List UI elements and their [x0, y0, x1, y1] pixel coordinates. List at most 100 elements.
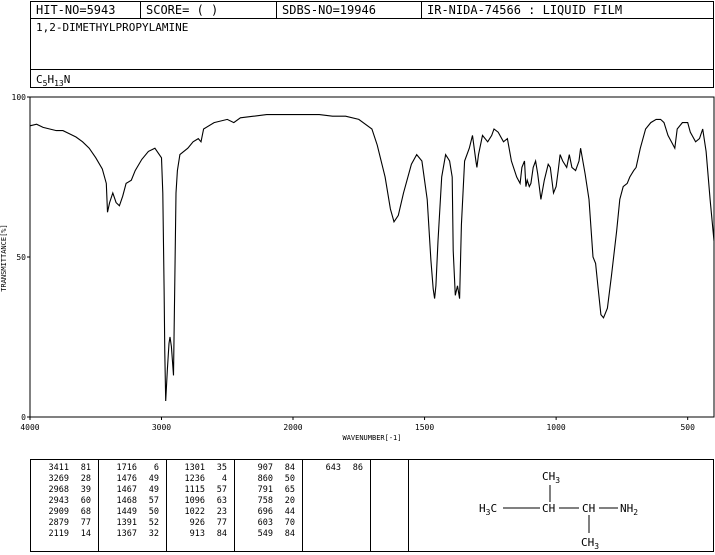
- peak-wavenumber: 907: [257, 463, 273, 473]
- peak-wavenumber: 3269: [48, 474, 69, 484]
- ir-spectrum-chart: 0 50 100 4000 3000 2000 1500 1000 500 TRANSMITT…: [0, 93, 715, 442]
- struct-bottom-methyl: CH3: [581, 536, 599, 551]
- x-tick-label: 1000: [546, 423, 565, 432]
- peak-wavenumber: 1391: [116, 518, 137, 528]
- peak-row: 1301 35: [171, 463, 234, 474]
- peak-row: 1468 57: [103, 496, 166, 507]
- peak-transmittance: 84: [216, 529, 227, 539]
- peak-wavenumber: 2943: [48, 496, 69, 506]
- peak-row: 603 70: [239, 518, 302, 529]
- peak-row: 2119 14: [35, 529, 98, 540]
- peak-wavenumber: 758: [257, 496, 273, 506]
- x-axis-label: WAVENUMBER[-1]: [342, 434, 401, 442]
- structure-drawing: CH3 H3C CH CH NH2 CH3: [479, 470, 638, 551]
- peak-wavenumber: 1468: [116, 496, 137, 506]
- struct-top-methyl: CH3: [542, 470, 560, 485]
- peak-transmittance: 65: [284, 485, 295, 495]
- y-tick-label: 0: [21, 413, 26, 422]
- peak-wavenumber: 2879: [48, 518, 69, 528]
- peak-wavenumber: 1301: [184, 463, 205, 473]
- peak-wavenumber: 2909: [48, 507, 69, 517]
- peak-transmittance: 50: [284, 474, 295, 484]
- peak-row: 1115 57: [171, 485, 234, 496]
- peak-table: 3411 81 3269 28 2968 39 2943 60 2909 68 2879 77 2119…: [31, 460, 409, 551]
- peak-transmittance: 50: [148, 507, 159, 517]
- peak-row: 1391 52: [103, 518, 166, 529]
- peak-wavenumber: 1449: [116, 507, 137, 517]
- peak-column: 3411 81 3269 28 2968 39 2943 60 2909 68 2879 77 2119…: [31, 460, 99, 551]
- peak-transmittance: 14: [80, 529, 91, 539]
- peak-row: 2943 60: [35, 496, 98, 507]
- peak-row: 758 20: [239, 496, 302, 507]
- peak-wavenumber: 1236: [184, 474, 205, 484]
- peak-transmittance: 23: [216, 507, 227, 517]
- y-tick-label: 50: [16, 253, 26, 262]
- peak-row: 1476 49: [103, 474, 166, 485]
- peak-transmittance: 39: [80, 485, 91, 495]
- peak-transmittance: 68: [80, 507, 91, 517]
- peak-wavenumber: 1467: [116, 485, 137, 495]
- peak-transmittance: 70: [284, 518, 295, 528]
- peak-transmittance: 20: [284, 496, 295, 506]
- peak-transmittance: 44: [284, 507, 295, 517]
- x-tick-label: 1500: [415, 423, 434, 432]
- peak-row: 3411 81: [35, 463, 98, 474]
- x-tick-label: 4000: [20, 423, 39, 432]
- peak-transmittance: 86: [352, 463, 363, 473]
- struct-left-methyl: H3C: [479, 502, 497, 517]
- peak-column: 643 86: [303, 460, 371, 551]
- peak-transmittance: 77: [80, 518, 91, 528]
- peak-row: 1236 4: [171, 474, 234, 485]
- peak-transmittance: 84: [284, 463, 295, 473]
- peak-transmittance: 57: [216, 485, 227, 495]
- peak-transmittance: 6: [153, 463, 159, 473]
- spectrum-line: [29, 114, 715, 402]
- peak-row: 926 77: [171, 518, 234, 529]
- peak-row: 2879 77: [35, 518, 98, 529]
- peak-row: 860 50: [239, 474, 302, 485]
- x-tick-label: 3000: [152, 423, 171, 432]
- peak-wavenumber: 603: [257, 518, 273, 528]
- y-tick-label: 100: [12, 93, 27, 102]
- peak-transmittance: 77: [216, 518, 227, 528]
- struct-center-ch-2: CH: [582, 502, 595, 515]
- peak-transmittance: 35: [216, 463, 227, 473]
- peak-wavenumber: 1367: [116, 529, 137, 539]
- struct-amine: NH2: [620, 502, 638, 517]
- peak-row: 791 65: [239, 485, 302, 496]
- peak-wavenumber: 2119: [48, 529, 69, 539]
- peak-column: 1716 6 1476 49 1467 49 1468 57 1449 50 1391 52 1367 3…: [99, 460, 167, 551]
- peak-row: 1096 63: [171, 496, 234, 507]
- peak-transmittance: 49: [148, 474, 159, 484]
- peak-column: 1301 35 1236 4 1115 57 1096 63 1022 23 926 77 913 84: [167, 460, 235, 551]
- peak-row: 1716 6: [103, 463, 166, 474]
- peak-wavenumber: 926: [189, 518, 205, 528]
- y-axis-label: TRANSMITTANCE[%]: [0, 224, 8, 291]
- peak-wavenumber: 1476: [116, 474, 137, 484]
- peak-row: 1022 23: [171, 507, 234, 518]
- peak-row: 3269 28: [35, 474, 98, 485]
- x-tick-label: 500: [680, 423, 695, 432]
- peak-transmittance: 84: [284, 529, 295, 539]
- peak-row: 643 86: [307, 463, 370, 474]
- peak-transmittance: 32: [148, 529, 159, 539]
- peak-wavenumber: 791: [257, 485, 273, 495]
- struct-center-ch-1: CH: [542, 502, 555, 515]
- peak-wavenumber: 1022: [184, 507, 205, 517]
- peak-wavenumber: 1115: [184, 485, 205, 495]
- x-tick-label: 2000: [283, 423, 302, 432]
- peak-transmittance: 28: [80, 474, 91, 484]
- peak-row: 1467 49: [103, 485, 166, 496]
- plot-frame: [29, 96, 715, 418]
- peak-wavenumber: 696: [257, 507, 273, 517]
- peak-row: 2968 39: [35, 485, 98, 496]
- peak-wavenumber: 643: [325, 463, 341, 473]
- peak-transmittance: 49: [148, 485, 159, 495]
- peak-transmittance: 81: [80, 463, 91, 473]
- peak-wavenumber: 1096: [184, 496, 205, 506]
- peak-wavenumber: 1716: [116, 463, 137, 473]
- peak-transmittance: 60: [80, 496, 91, 506]
- peak-row: 1449 50: [103, 507, 166, 518]
- peak-wavenumber: 549: [257, 529, 273, 539]
- chemical-structure: CH3 H3C CH CH NH2 CH3: [409, 460, 713, 551]
